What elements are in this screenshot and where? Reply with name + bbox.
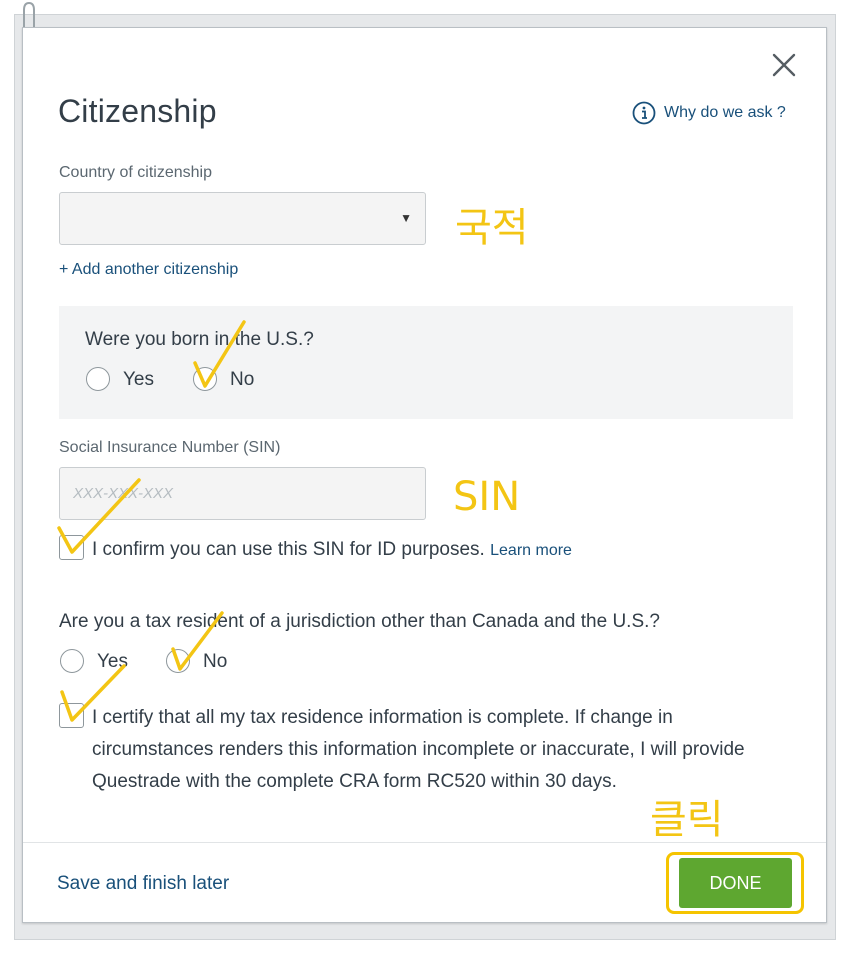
country-label: Country of citizenship [59,164,212,181]
annotation-sin: SIN [453,474,521,520]
done-button[interactable]: DONE [679,858,792,908]
why-do-we-ask-link[interactable]: Why do we ask ? [632,100,786,126]
certify-line: Questrade with the complete CRA form RC5… [92,771,617,792]
sin-confirm-text: I confirm you can use this SIN for ID pu… [92,534,572,567]
born-us-yes-radio[interactable] [86,367,110,391]
tax-resident-question: Are you a tax resident of a jurisdiction… [59,611,660,632]
annotation-checkmark-icon [60,664,126,722]
why-link-label: Why do we ask ? [664,104,786,121]
info-icon [632,101,656,125]
footer-divider [23,842,826,843]
certify-text: I certify that all my tax residence info… [92,702,745,798]
save-and-finish-later-link[interactable]: Save and finish later [57,873,229,895]
annotation-checkmark-icon [57,478,141,554]
annotation-checkmark-icon [171,611,224,671]
certify-line: circumstances renders this information i… [92,739,745,760]
certify-line: I certify that all my tax residence info… [92,707,673,728]
learn-more-link[interactable]: Learn more [490,542,572,559]
close-icon[interactable] [770,51,798,79]
country-select[interactable]: ▼ [59,192,426,245]
born-us-panel [59,306,793,419]
add-citizenship-link[interactable]: + Add another citizenship [59,261,238,279]
sin-label: Social Insurance Number (SIN) [59,439,281,456]
annotation-click: 클릭 [650,797,724,843]
dialog-title: Citizenship [58,93,217,129]
born-us-yes-label: Yes [123,369,154,390]
annotation-nationality: 국적 [455,205,529,251]
annotation-checkmark-icon [193,320,246,388]
sin-confirm-label: I confirm you can use this SIN for ID pu… [92,539,485,560]
dropdown-caret-icon: ▼ [400,211,412,225]
